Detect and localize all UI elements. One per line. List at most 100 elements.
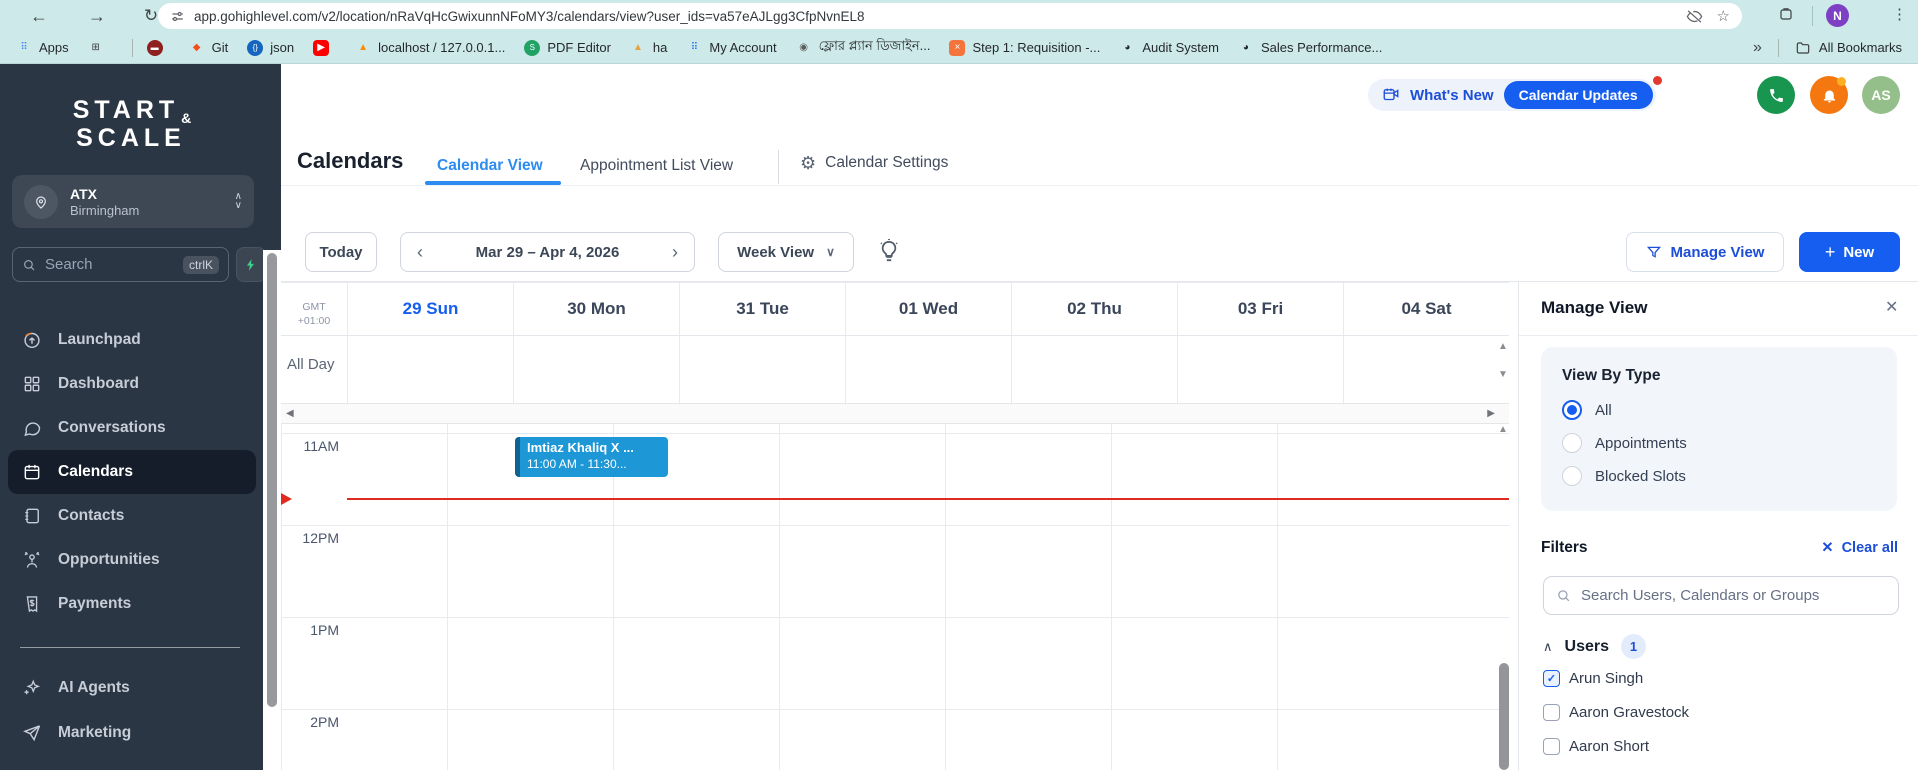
sidebar-nav-item[interactable]: Launchpad	[8, 318, 256, 362]
grid-scroll-up-icon[interactable]: ▲	[1498, 424, 1508, 435]
bookmark-item[interactable]	[131, 38, 133, 57]
sidebar-search-input[interactable]: Search ctrlK	[12, 247, 229, 282]
sidebar-nav-secondary: AI Agents Marketing	[8, 665, 256, 755]
bookmark-item[interactable]: × Step 1: Requisition -...	[949, 39, 1100, 56]
prev-week-icon[interactable]: ‹	[417, 242, 423, 263]
radio-option[interactable]: All	[1562, 400, 1877, 420]
url-text[interactable]: app.gohighlevel.com/v2/location/nRaVqHcG…	[194, 9, 1677, 24]
checkbox-icon[interactable]: ✓	[1543, 669, 1560, 687]
allday-scroll-up-icon[interactable]: ▲	[1498, 341, 1508, 352]
filter-search-input[interactable]: Search Users, Calendars or Groups	[1543, 576, 1899, 615]
close-icon[interactable]: ✕	[1885, 297, 1898, 317]
whats-new-button[interactable]: What's New Calendar Updates	[1368, 79, 1656, 111]
all-day-cell[interactable]	[513, 336, 679, 403]
day-header-cell[interactable]: 30 Mon	[513, 283, 679, 335]
date-range-picker[interactable]: ‹ Mar 29 – Apr 4, 2026 ›	[400, 232, 695, 272]
all-day-cell[interactable]	[679, 336, 845, 403]
view-mode-dropdown[interactable]: Week View ∨	[718, 232, 854, 272]
sidebar-nav-item[interactable]: AI Agents	[8, 665, 256, 710]
browser-menu-icon[interactable]: ⋮	[1892, 5, 1907, 23]
calendar-updates-badge[interactable]: Calendar Updates	[1503, 81, 1653, 109]
bookmark-item[interactable]: ▲ ha	[630, 40, 667, 56]
bookmark-item[interactable]: ⠿ My Account	[686, 40, 777, 56]
radio-option[interactable]: Appointments	[1562, 433, 1877, 453]
sidebar-scrollbar-thumb[interactable]	[267, 253, 277, 707]
bookmark-item[interactable]: ⠿ Apps	[16, 40, 68, 56]
hour-row[interactable]: 11AM	[281, 433, 1509, 525]
bookmark-item[interactable]: ▲ localhost / 127.0.0.1...	[355, 40, 505, 56]
extensions-icon[interactable]	[1778, 6, 1794, 22]
sidebar-nav-item[interactable]: Marketing	[8, 710, 256, 755]
bookmark-item[interactable]: ▬	[146, 39, 170, 56]
site-info-icon[interactable]	[170, 9, 185, 24]
bookmark-item[interactable]: S PDF Editor	[524, 39, 611, 56]
users-section-header[interactable]: ∧ Users 1	[1543, 634, 1646, 659]
sidebar-nav-item[interactable]: Conversations	[8, 406, 256, 450]
tab-appointment-list-view[interactable]: Appointment List View	[580, 157, 733, 175]
day-header-cell[interactable]: 02 Thu	[1011, 283, 1177, 335]
manage-view-button[interactable]: Manage View	[1626, 232, 1784, 272]
calendar-event[interactable]: Imtiaz Khaliq X ... 11:00 AM - 11:30...	[515, 437, 668, 477]
bookmark-item[interactable]: ◉ ফ্লোর প্ল্যান ডিজাইন...	[796, 37, 930, 58]
radio-icon[interactable]	[1562, 400, 1582, 420]
allday-scroll-down-icon[interactable]: ▼	[1498, 369, 1508, 380]
day-header-cell[interactable]: 29 Sun	[347, 283, 513, 335]
view-mode-label: Week View	[737, 243, 815, 261]
calendar-settings-button[interactable]: ⚙ Calendar Settings	[800, 154, 948, 172]
quick-actions-button[interactable]	[236, 247, 266, 282]
checkbox-icon[interactable]: ✓	[1543, 737, 1560, 755]
hour-row[interactable]: 2PM	[281, 709, 1509, 770]
next-week-icon[interactable]: ›	[672, 242, 678, 263]
day-header-cell[interactable]: 31 Tue	[679, 283, 845, 335]
sidebar-nav-item[interactable]: Calendars	[8, 450, 256, 494]
bookmark-item[interactable]: ◆ Git	[189, 40, 228, 56]
sidebar-nav-item[interactable]: Contacts	[8, 494, 256, 538]
phone-button[interactable]	[1757, 76, 1795, 114]
today-button[interactable]: Today	[305, 232, 377, 272]
tips-bulb-icon[interactable]	[876, 238, 902, 264]
radio-option[interactable]: Blocked Slots	[1562, 466, 1877, 486]
all-day-cell[interactable]	[1011, 336, 1177, 403]
scroll-left-icon[interactable]: ◀	[286, 408, 294, 419]
new-button[interactable]: + New	[1799, 232, 1900, 272]
checkbox-icon[interactable]: ✓	[1543, 703, 1560, 721]
sidebar-nav-item[interactable]: Opportunities	[8, 538, 256, 582]
location-switcher[interactable]: ATX Birmingham ∧ ∨	[12, 175, 254, 228]
address-bar[interactable]: app.gohighlevel.com/v2/location/nRaVqHcG…	[158, 3, 1742, 29]
user-checkbox-row[interactable]: ✓ Aaron Short	[1543, 734, 1898, 758]
bookmark-item[interactable]: {} json	[247, 39, 294, 56]
browser-profile-avatar[interactable]: N	[1826, 4, 1849, 27]
password-hidden-icon[interactable]	[1686, 8, 1703, 25]
bookmark-item[interactable]: ▶	[313, 39, 336, 56]
all-day-cell[interactable]	[1343, 336, 1509, 403]
day-header-cell[interactable]: 03 Fri	[1177, 283, 1343, 335]
bookmark-item[interactable]: ◕ Audit System	[1119, 40, 1219, 56]
day-header-cell[interactable]: 04 Sat	[1343, 283, 1509, 335]
sidebar-nav-item[interactable]: Payments	[8, 582, 256, 626]
browser-forward-icon[interactable]: →	[84, 3, 110, 29]
all-day-cell[interactable]	[1177, 336, 1343, 403]
hour-row[interactable]: 12PM	[281, 525, 1509, 617]
user-avatar[interactable]: AS	[1862, 76, 1900, 114]
user-checkbox-row[interactable]: ✓ Aaron Gravestock	[1543, 700, 1898, 724]
user-checkbox-row[interactable]: ✓ Arun Singh	[1543, 666, 1898, 690]
radio-icon[interactable]	[1562, 466, 1582, 486]
all-day-cell[interactable]	[347, 336, 513, 403]
bookmark-item[interactable]: ⊞	[88, 40, 111, 56]
grid-scrollbar-thumb[interactable]	[1499, 663, 1509, 770]
horizontal-scrollbar[interactable]: ◀ ▶	[281, 403, 1509, 424]
bookmark-star-icon[interactable]: ☆	[1717, 7, 1730, 25]
all-day-cell[interactable]	[845, 336, 1011, 403]
radio-icon[interactable]	[1562, 433, 1582, 453]
clear-all-button[interactable]: ✕ Clear all	[1821, 540, 1898, 556]
bookmark-item[interactable]: ◕ Sales Performance...	[1238, 40, 1382, 56]
bookmarks-overflow-icon[interactable]: »	[1753, 39, 1762, 57]
scroll-right-icon[interactable]: ▶	[1487, 408, 1495, 419]
browser-back-icon[interactable]: ←	[26, 3, 52, 29]
tab-calendar-view[interactable]: Calendar View	[437, 157, 543, 175]
day-header-cell[interactable]: 01 Wed	[845, 283, 1011, 335]
all-bookmarks-button[interactable]: All Bookmarks	[1795, 40, 1902, 56]
hour-row[interactable]: 1PM	[281, 617, 1509, 709]
day-header-row: GMT +01:00 29 Sun 30 Mon 31 Tue 01 Wed 02…	[281, 282, 1509, 336]
sidebar-nav-item[interactable]: Dashboard	[8, 362, 256, 406]
